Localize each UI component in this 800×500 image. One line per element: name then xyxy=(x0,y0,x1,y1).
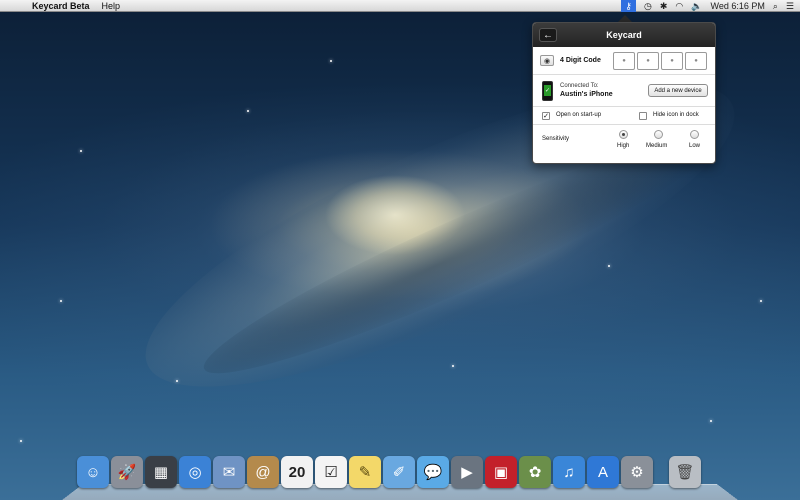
sensitivity-high-label: High xyxy=(617,143,629,149)
sensitivity-row: Sensitivity High Medium Low xyxy=(533,125,715,155)
star xyxy=(247,110,249,112)
bluetooth-icon[interactable]: ✱ xyxy=(660,1,668,12)
code-label: 4 Digit Code xyxy=(560,57,601,64)
safari-icon[interactable]: ◎ xyxy=(179,456,211,488)
device-name: Austin's iPhone xyxy=(560,91,613,98)
help-menu[interactable]: Help xyxy=(102,1,121,11)
dock: ☺ 🚀 ▦ ◎ ✉ @20 ☑ ✎ ✐ 💬 ▶ ▣ ✿ ♫ A ⚙ 🗑 xyxy=(77,456,701,488)
app-menu[interactable]: Keycard Beta xyxy=(32,1,90,11)
menu-clock[interactable]: Wed 6:16 PM xyxy=(711,1,765,11)
sensitivity-medium-radio[interactable] xyxy=(654,130,663,139)
star xyxy=(760,300,762,302)
sensitivity-low-radio[interactable] xyxy=(690,130,699,139)
popover-header: ← Keycard xyxy=(533,23,715,47)
spotlight-icon[interactable]: ⌕ xyxy=(773,1,778,12)
show-code-eye-icon[interactable]: ◉ xyxy=(540,55,554,66)
star xyxy=(710,420,712,422)
menu-extras: ⚷ ◷ ✱ ◠ 🔈 Wed 6:16 PM ⌕ ☰ xyxy=(621,0,794,12)
device-row: ✓ Connected To: Austin's iPhone Add a ne… xyxy=(533,75,715,107)
notification-center-icon[interactable]: ☰ xyxy=(786,1,794,12)
code-row: ◉ 4 Digit Code ● ● ● ● xyxy=(533,47,715,75)
notes-icon[interactable]: ✎ xyxy=(349,456,381,488)
star xyxy=(608,265,610,267)
mission-control-icon[interactable]: ▦ xyxy=(145,456,177,488)
phone-check-icon: ✓ xyxy=(544,85,551,96)
messages-pen-icon[interactable]: ✐ xyxy=(383,456,415,488)
wifi-icon[interactable]: ◠ xyxy=(675,1,683,12)
finder-icon[interactable]: ☺ xyxy=(77,456,109,488)
contacts-icon[interactable]: @ xyxy=(247,456,279,488)
menu-bar: Keycard Beta Help ⚷ ◷ ✱ ◠ 🔈 Wed 6:16 PM … xyxy=(0,0,800,12)
star xyxy=(330,60,332,62)
hide-icon-checkbox[interactable] xyxy=(639,112,647,120)
iphoto-icon[interactable]: ✿ xyxy=(519,456,551,488)
code-digit-1[interactable]: ● xyxy=(613,52,635,70)
itunes-icon[interactable]: ♫ xyxy=(553,456,585,488)
volume-icon[interactable]: 🔈 xyxy=(691,1,702,12)
launchpad-icon[interactable]: 🚀 xyxy=(111,456,143,488)
star xyxy=(452,365,454,367)
star xyxy=(20,440,22,442)
open-on-startup-label: Open on start-up xyxy=(556,112,601,118)
options-row: ✓ Open on start-up Hide icon in dock xyxy=(533,107,715,125)
star xyxy=(176,380,178,382)
iphone-icon: ✓ xyxy=(542,81,553,101)
sensitivity-low-label: Low xyxy=(689,143,700,149)
keycard-status-icon[interactable]: ⚷ xyxy=(621,0,636,12)
back-arrow-icon[interactable]: ← xyxy=(539,28,557,42)
hide-icon-label: Hide icon in dock xyxy=(653,112,699,118)
code-input-group: ● ● ● ● xyxy=(613,52,707,70)
facetime-icon[interactable]: ▶ xyxy=(451,456,483,488)
code-digit-4[interactable]: ● xyxy=(685,52,707,70)
code-digit-2[interactable]: ● xyxy=(637,52,659,70)
add-device-button[interactable]: Add a new device xyxy=(648,84,708,97)
code-digit-3[interactable]: ● xyxy=(661,52,683,70)
sensitivity-medium-label: Medium xyxy=(646,143,667,149)
app-store-icon[interactable]: A xyxy=(587,456,619,488)
popover-title: Keycard xyxy=(606,30,642,40)
messages-icon[interactable]: 💬 xyxy=(417,456,449,488)
keycard-popover: ← Keycard ◉ 4 Digit Code ● ● ● ● ✓ Conne… xyxy=(532,22,716,164)
star xyxy=(80,150,82,152)
open-on-startup-checkbox[interactable]: ✓ xyxy=(542,112,550,120)
mail-icon[interactable]: ✉ xyxy=(213,456,245,488)
connected-label: Connected To: xyxy=(560,83,599,89)
time-machine-icon[interactable]: ◷ xyxy=(644,1,652,12)
sensitivity-high-radio[interactable] xyxy=(619,130,628,139)
sensitivity-label: Sensitivity xyxy=(542,136,569,142)
system-preferences-icon[interactable]: ⚙ xyxy=(621,456,653,488)
photo-booth-icon[interactable]: ▣ xyxy=(485,456,517,488)
trash-icon[interactable]: 🗑 xyxy=(669,456,701,488)
calendar-icon[interactable]: 20 xyxy=(281,456,313,488)
reminders-icon[interactable]: ☑ xyxy=(315,456,347,488)
star xyxy=(60,300,62,302)
popover-arrow xyxy=(618,15,632,22)
